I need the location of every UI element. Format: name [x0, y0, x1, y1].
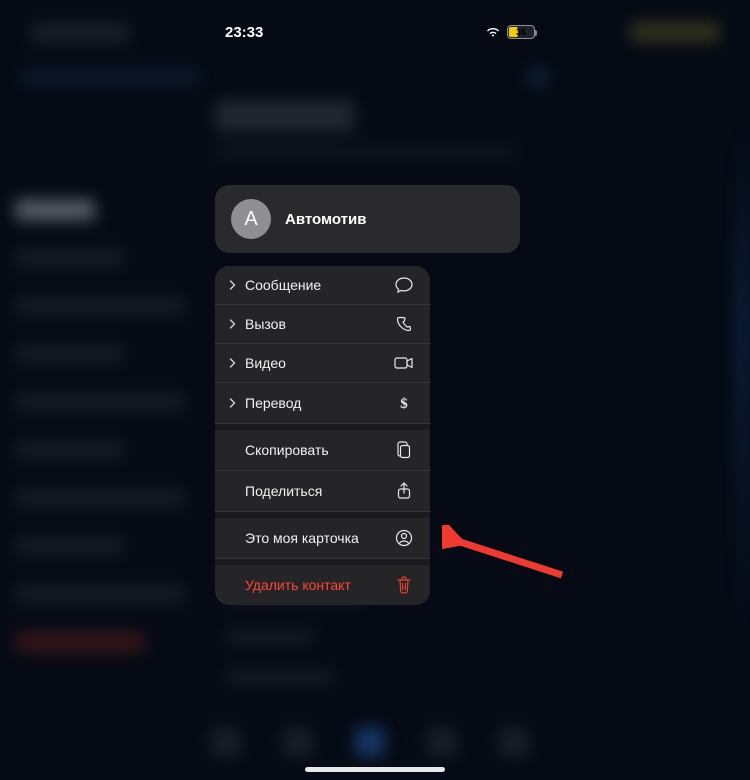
video-icon	[394, 356, 414, 370]
menu-label: Видео	[245, 355, 286, 371]
menu-label: Перевод	[245, 395, 301, 411]
home-indicator	[305, 767, 445, 772]
menu-item-copy[interactable]: Скопировать	[215, 430, 430, 471]
avatar: А	[231, 199, 271, 239]
contact-name: Автомотив	[285, 211, 366, 228]
menu-label: Это моя карточка	[245, 530, 359, 546]
chevron-right-icon	[227, 319, 237, 329]
menu-item-my-card[interactable]: Это моя карточка	[215, 518, 430, 559]
contact-card[interactable]: А Автомотив	[215, 185, 520, 253]
message-icon	[394, 277, 414, 293]
status-time: 23:33	[225, 24, 263, 41]
chevron-right-icon	[227, 358, 237, 368]
copy-icon	[394, 441, 414, 459]
menu-label: Удалить контакт	[245, 577, 351, 593]
trash-icon	[394, 576, 414, 594]
menu-label: Сообщение	[245, 277, 321, 293]
menu-item-call[interactable]: Вызов	[215, 305, 430, 344]
svg-text:$: $	[400, 396, 408, 412]
context-menu: Сообщение Вызов Видео	[215, 266, 430, 605]
phone-icon	[394, 316, 414, 332]
menu-item-video[interactable]: Видео	[215, 344, 430, 383]
status-bar: 23:33 36	[185, 20, 555, 44]
chevron-right-icon	[227, 398, 237, 408]
menu-label: Поделиться	[245, 483, 322, 499]
menu-item-message[interactable]: Сообщение	[215, 266, 430, 305]
wifi-icon	[485, 26, 501, 38]
menu-item-transfer[interactable]: Перевод $	[215, 383, 430, 424]
dollar-icon: $	[394, 394, 414, 412]
menu-label: Вызов	[245, 316, 286, 332]
share-icon	[394, 482, 414, 500]
menu-label: Скопировать	[245, 442, 329, 458]
menu-item-share[interactable]: Поделиться	[215, 471, 430, 512]
battery-indicator: 36	[507, 25, 535, 39]
chevron-right-icon	[227, 280, 237, 290]
person-circle-icon	[394, 529, 414, 547]
avatar-initial: А	[244, 208, 257, 231]
menu-item-delete-contact[interactable]: Удалить контакт	[215, 565, 430, 605]
